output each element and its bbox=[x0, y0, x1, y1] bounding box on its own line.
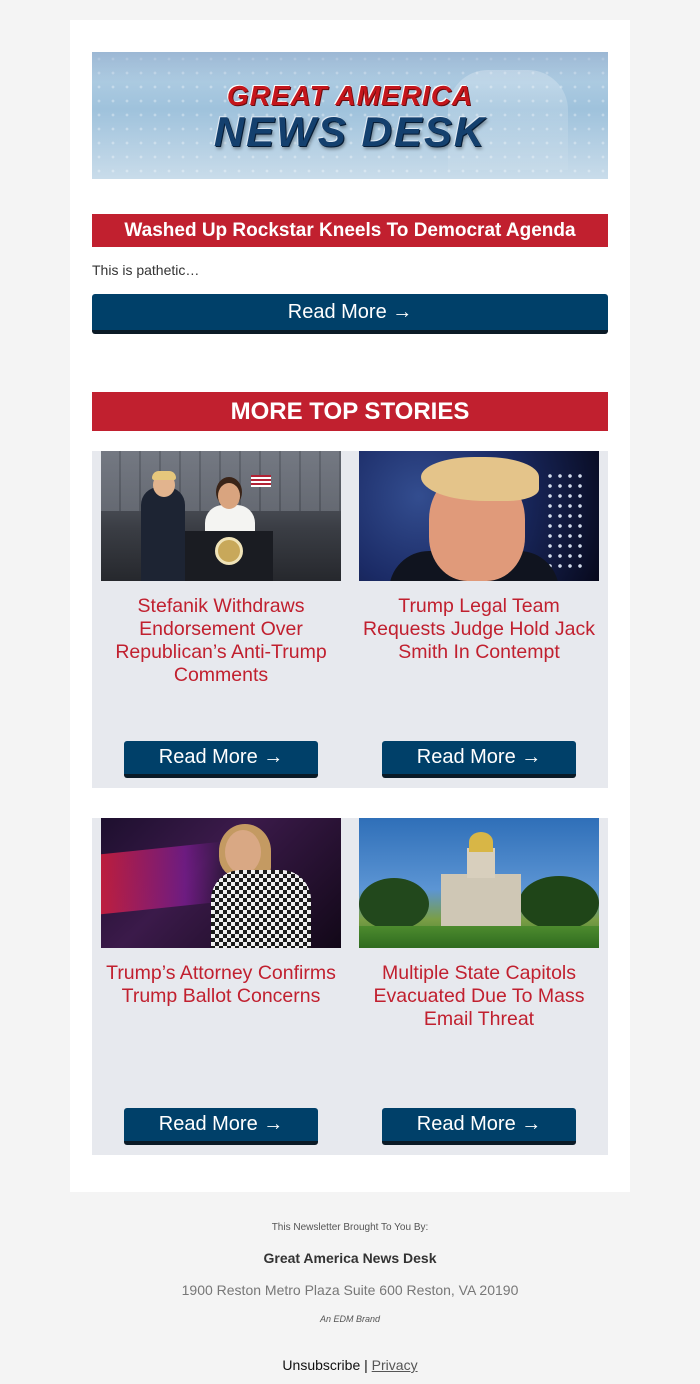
footer-brought-by: This Newsletter Brought To You By: bbox=[271, 1222, 429, 1233]
footer-address: 1900 Reston Metro Plaza Suite 600 Reston… bbox=[181, 1282, 519, 1298]
story-thumbnail[interactable] bbox=[359, 451, 599, 581]
newsletter-card: GREAT AMERICA NEWS DESK Washed Up Rockst… bbox=[70, 20, 630, 1192]
story-card: Trump’s Attorney Confirms Trump Ballot C… bbox=[101, 818, 341, 1155]
story-read-more-button[interactable]: Read More → bbox=[124, 741, 318, 778]
privacy-link[interactable]: Privacy bbox=[372, 1357, 418, 1373]
featured-read-more-button[interactable]: Read More → bbox=[92, 294, 608, 334]
stories-row-1: Stefanik Withdraws Endorsement Over Repu… bbox=[92, 451, 608, 788]
story-card: Stefanik Withdraws Endorsement Over Repu… bbox=[101, 451, 341, 788]
story-title[interactable]: Multiple State Capitols Evacuated Due To… bbox=[359, 962, 599, 1031]
featured-headline[interactable]: Washed Up Rockstar Kneels To Democrat Ag… bbox=[92, 214, 608, 247]
footer-link-separator: | bbox=[360, 1357, 372, 1373]
story-title[interactable]: Trump’s Attorney Confirms Trump Ballot C… bbox=[101, 962, 341, 1008]
footer-brand-note: An EDM Brand bbox=[319, 1314, 381, 1324]
story-read-more-button[interactable]: Read More → bbox=[382, 741, 576, 778]
story-read-more-button[interactable]: Read More → bbox=[382, 1108, 576, 1145]
story-title[interactable]: Trump Legal Team Requests Judge Hold Jac… bbox=[359, 595, 599, 664]
story-card: Multiple State Capitols Evacuated Due To… bbox=[359, 818, 599, 1155]
story-thumbnail[interactable] bbox=[101, 818, 341, 948]
unsubscribe-link[interactable]: Unsubscribe bbox=[282, 1357, 360, 1373]
featured-teaser: This is pathetic… bbox=[92, 262, 200, 278]
logo-text-bottom: NEWS DESK bbox=[213, 108, 487, 155]
section-title: MORE TOP STORIES bbox=[92, 392, 608, 431]
story-read-more-button[interactable]: Read More → bbox=[124, 1108, 318, 1145]
story-title[interactable]: Stefanik Withdraws Endorsement Over Repu… bbox=[101, 595, 341, 687]
story-thumbnail[interactable] bbox=[101, 451, 341, 581]
seal-icon bbox=[215, 537, 243, 565]
stories-row-2: Trump’s Attorney Confirms Trump Ballot C… bbox=[92, 818, 608, 1155]
flag-icon bbox=[251, 475, 271, 487]
story-thumbnail[interactable] bbox=[359, 818, 599, 948]
masthead-banner[interactable]: GREAT AMERICA NEWS DESK bbox=[92, 52, 608, 179]
footer-publisher-name: Great America News Desk bbox=[263, 1250, 437, 1266]
story-card: Trump Legal Team Requests Judge Hold Jac… bbox=[359, 451, 599, 788]
footer-links: Unsubscribe | Privacy bbox=[0, 1357, 700, 1373]
